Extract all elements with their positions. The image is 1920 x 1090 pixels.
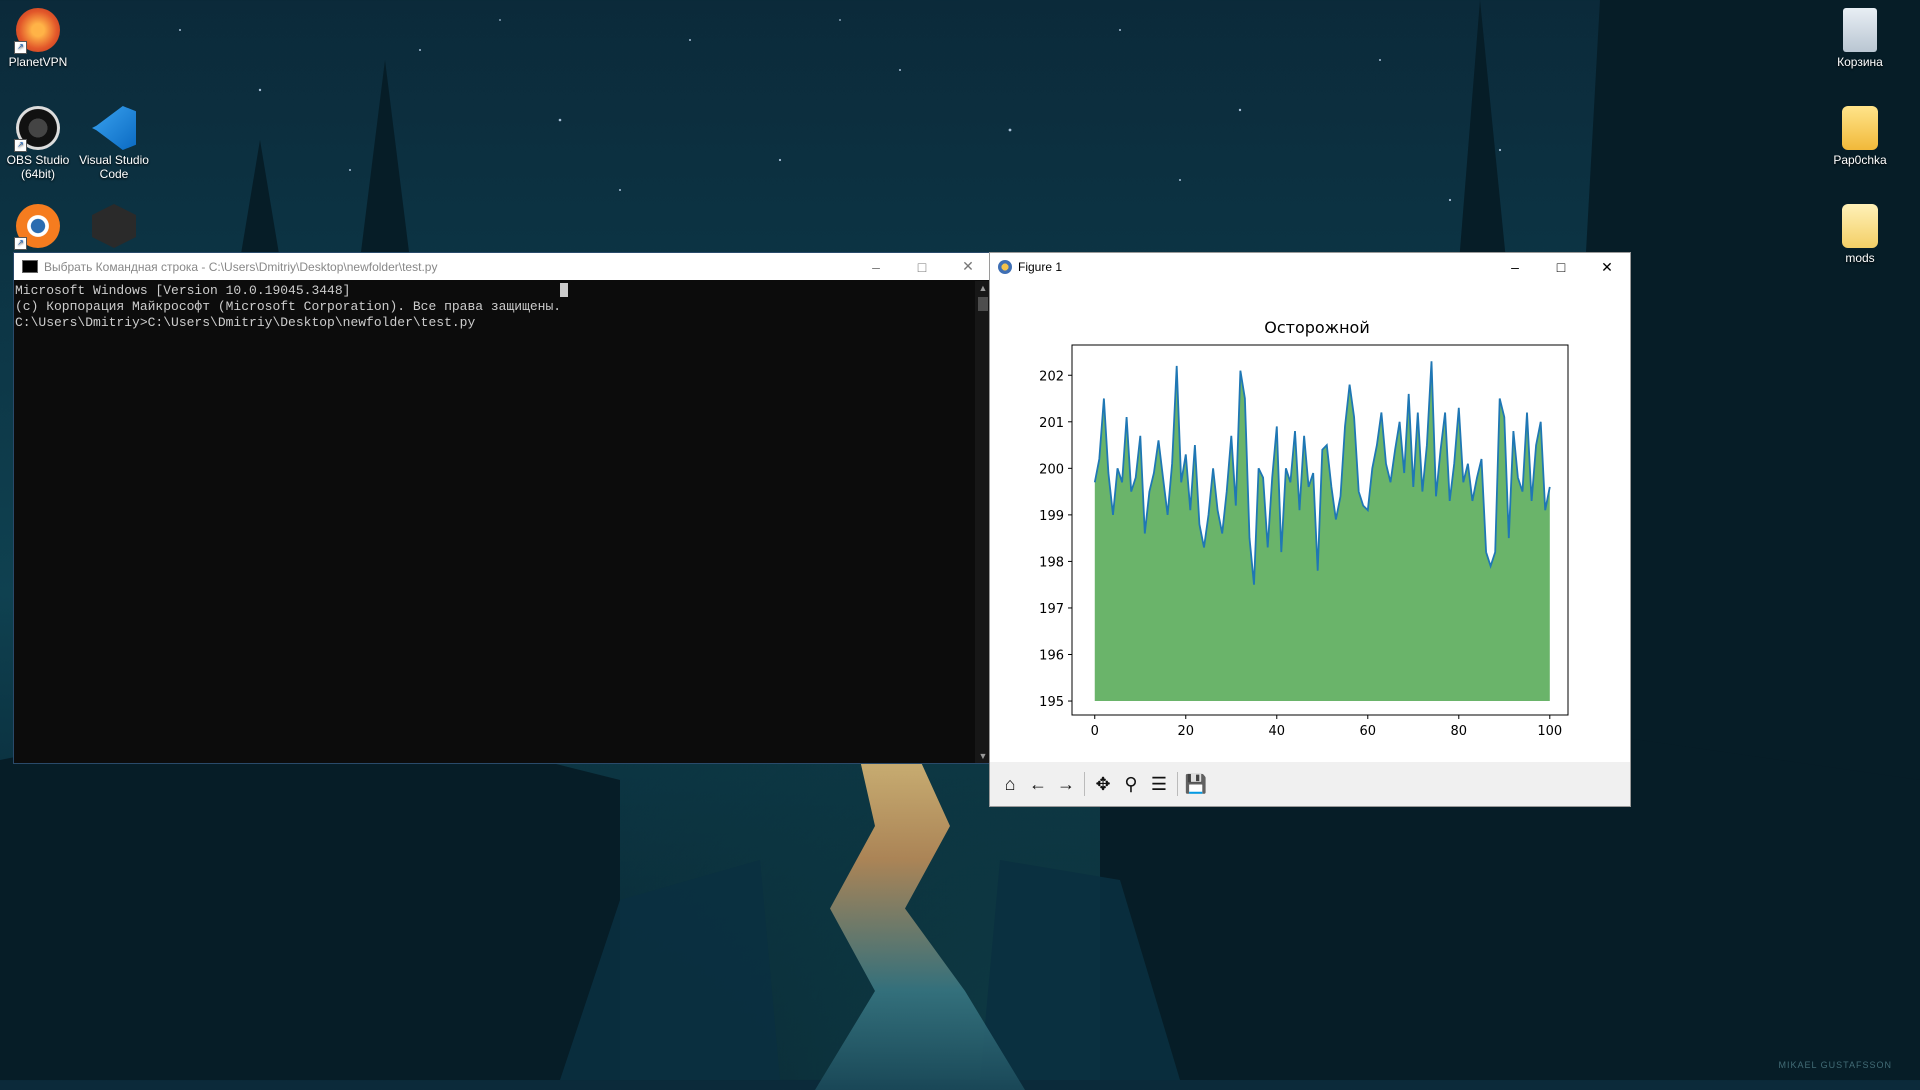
save-icon[interactable]: 💾 (1182, 770, 1210, 798)
y-tick-label: 195 (1039, 695, 1064, 710)
toolbar-separator (1177, 772, 1178, 796)
blender-icon: ↗ (14, 204, 60, 250)
desktop-icon-label: Корзина (1837, 55, 1883, 69)
figure-titlebar[interactable]: Figure 1 – □ ✕ (990, 253, 1630, 281)
y-tick-label: 200 (1039, 462, 1064, 477)
cmd-window[interactable]: Выбрать Командная строка - C:\Users\Dmit… (13, 252, 992, 764)
vscode-icon (92, 106, 136, 150)
wallpaper-credit: MIKAEL GUSTAFSSON (1778, 1060, 1892, 1070)
shortcut-arrow-icon: ↗ (14, 139, 27, 152)
configure-icon[interactable]: ☰ (1145, 770, 1173, 798)
text-cursor (560, 283, 568, 297)
maximize-button[interactable]: □ (899, 253, 945, 280)
forward-icon[interactable]: → (1052, 770, 1080, 798)
desktop-icon-blender[interactable]: ↗ (0, 204, 76, 251)
desktop-icon-label: Visual Studio Code (79, 153, 149, 181)
y-tick-label: 196 (1039, 648, 1064, 663)
cmd-window-title: Выбрать Командная строка - C:\Users\Dmit… (44, 259, 438, 274)
planetvpn-icon: ↗ (14, 8, 60, 54)
console-line: Microsoft Windows [Version 10.0.19045.34… (15, 283, 351, 298)
area-fill (1094, 361, 1550, 702)
x-tick-label: 100 (1537, 724, 1562, 739)
y-tick-label: 198 (1039, 555, 1064, 570)
folder-icon (1842, 106, 1878, 150)
console-line: (c) Корпорация Майкрософт (Microsoft Cor… (15, 299, 562, 314)
close-button[interactable]: ✕ (1584, 254, 1630, 281)
desktop-icon-label: OBS Studio (64bit) (6, 153, 70, 181)
minimize-button[interactable]: – (1492, 254, 1538, 281)
desktop-icon-folder-pap0chka[interactable]: Pap0chka (1822, 106, 1898, 167)
plot-canvas[interactable]: Осторожной 0 20 40 60 80 100 195 196 197 198 199 20… (990, 281, 1628, 760)
minimize-button[interactable]: – (853, 253, 899, 280)
chart-title: Осторожной (1264, 318, 1370, 337)
pan-icon[interactable]: ✥ (1089, 770, 1117, 798)
y-tick-label: 201 (1039, 416, 1064, 431)
desktop-icon-obs-studio[interactable]: ↗ OBS Studio (64bit) (0, 106, 76, 181)
close-button[interactable]: ✕ (945, 253, 991, 280)
x-tick-label: 80 (1451, 724, 1468, 739)
x-tick-label: 0 (1091, 724, 1099, 739)
desktop-icon-planetvpn[interactable]: ↗ PlanetVPN (0, 8, 76, 69)
zoom-icon[interactable]: ⚲ (1117, 770, 1145, 798)
desktop-icon-vscode[interactable]: Visual Studio Code (76, 106, 152, 181)
figure-window-title: Figure 1 (1018, 260, 1063, 274)
unity-icon (92, 204, 136, 248)
y-tick-label: 202 (1039, 369, 1064, 384)
x-tick-label: 60 (1360, 724, 1377, 739)
desktop-icon-label: PlanetVPN (8, 55, 68, 69)
y-tick-label: 197 (1039, 602, 1064, 617)
cmd-app-icon (22, 260, 38, 273)
recycle-bin-icon (1843, 8, 1877, 52)
shortcut-arrow-icon: ↗ (14, 41, 27, 54)
y-tick-label: 199 (1039, 509, 1064, 524)
desktop-icon-folder-mods[interactable]: mods (1822, 204, 1898, 265)
desktop-icon-label: mods (1845, 251, 1875, 265)
figure-toolbar: ⌂ ← → ✥ ⚲ ☰ 💾 (990, 762, 1630, 806)
desktop-icon-recycle-bin[interactable]: Корзина (1822, 8, 1898, 69)
figure-window[interactable]: Figure 1 – □ ✕ Осторожной 0 20 40 60 80 100 19… (989, 252, 1631, 807)
x-tick-label: 40 (1268, 724, 1285, 739)
scrollbar-thumb[interactable] (978, 297, 988, 311)
area-fill-layer (1094, 361, 1550, 702)
desktop-icon-unity[interactable] (76, 204, 152, 251)
console-line: C:\Users\Dmitriy>C:\Users\Dmitriy\Deskto… (15, 315, 476, 330)
matplotlib-app-icon (998, 260, 1012, 274)
desktop-icon-label: Pap0chka (1833, 153, 1887, 167)
shortcut-arrow-icon: ↗ (14, 237, 27, 250)
cmd-console-output[interactable]: Microsoft Windows [Version 10.0.19045.34… (14, 281, 975, 763)
folder-icon (1842, 204, 1878, 248)
maximize-button[interactable]: □ (1538, 254, 1584, 281)
toolbar-separator (1084, 772, 1085, 796)
home-icon[interactable]: ⌂ (996, 770, 1024, 798)
back-icon[interactable]: ← (1024, 770, 1052, 798)
cmd-titlebar[interactable]: Выбрать Командная строка - C:\Users\Dmit… (14, 253, 991, 280)
wallpaper-river (815, 760, 1025, 1090)
x-tick-label: 20 (1177, 724, 1194, 739)
obs-studio-icon: ↗ (14, 106, 60, 152)
